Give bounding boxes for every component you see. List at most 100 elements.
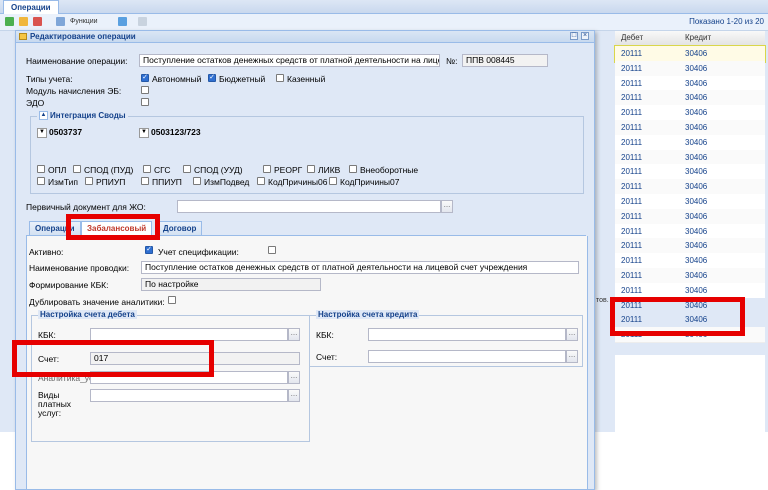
checkbox-edo[interactable]	[141, 98, 149, 106]
table-row[interactable]: 20111 30406	[615, 312, 765, 329]
maximize-icon[interactable]: □	[570, 32, 578, 40]
checkbox-integration[interactable]	[143, 165, 151, 173]
dup-label: Дублировать значение аналитики:	[29, 297, 165, 307]
close-icon[interactable]: ×	[581, 32, 589, 40]
tab-operations-main[interactable]: Операции	[3, 0, 59, 14]
table-row[interactable]: 20111 30406	[614, 45, 766, 63]
tab-operations[interactable]: Операции	[29, 221, 81, 235]
table-row[interactable]: 20111 30406	[615, 268, 765, 284]
cell-credit: 30406	[685, 300, 708, 310]
checkbox-integration[interactable]	[73, 165, 81, 173]
credit-kbk-field[interactable]	[368, 328, 566, 341]
debit-analytics-picker-button[interactable]: …	[288, 371, 300, 384]
table-row[interactable]: 20111 30406	[615, 194, 765, 210]
dropdown-0503123-label: 0503123/723	[151, 127, 201, 137]
acc-types-label: Типы учета:	[26, 74, 73, 84]
cell-credit: 30406	[685, 197, 708, 206]
cell-credit: 30406	[685, 63, 708, 73]
posting-name-field[interactable]: Поступление остатков денежных средств от…	[141, 261, 579, 274]
refresh-icon[interactable]	[118, 17, 127, 26]
integration-option-label: ППИУП	[152, 177, 182, 187]
checkbox-autonomous[interactable]: ✓	[141, 74, 149, 82]
grid-partial-text: тов.	[596, 297, 609, 304]
checkbox-integration[interactable]	[141, 177, 149, 185]
checkbox-integration[interactable]	[193, 177, 201, 185]
debit-kbk-field[interactable]	[90, 328, 288, 341]
table-row[interactable]: 20111 30406	[615, 223, 765, 240]
grid-header: Дебет Кредит	[615, 31, 765, 46]
services-picker-button[interactable]: …	[288, 389, 300, 402]
dropdown-0503737-label: 0503737	[49, 127, 83, 137]
checkbox-dup[interactable]	[168, 296, 176, 304]
delete-icon[interactable]	[33, 17, 42, 26]
table-row[interactable]: 20111 30406	[615, 90, 765, 107]
tab-off-balance[interactable]: Забалансовый	[81, 221, 153, 235]
checkbox-integration[interactable]	[349, 165, 357, 173]
tabstrip: Операции Забалансовый Договор	[26, 220, 586, 236]
dropdown-0503737[interactable]: ▼ 0503737	[37, 127, 82, 138]
table-row[interactable]: 20111 30406	[615, 120, 765, 136]
cell-credit: 30406	[685, 123, 708, 132]
table-row[interactable]: 20111 30406	[615, 105, 765, 122]
checkbox-integration[interactable]	[183, 165, 191, 173]
checkbox-integration[interactable]	[37, 177, 45, 185]
functions-icon[interactable]	[56, 17, 65, 26]
checkbox-treasury[interactable]	[276, 74, 284, 82]
integration-option-label: СПОД (УУД)	[194, 165, 243, 175]
num-field[interactable]: ППВ 008445	[462, 54, 548, 67]
functions-menu-button[interactable]: Функции	[70, 17, 98, 27]
table-row[interactable]: 20111 30406	[615, 179, 765, 196]
dropdown-0503123[interactable]: ▼ 0503123/723	[139, 127, 201, 138]
credit-kbk-picker-button[interactable]: …	[566, 328, 578, 341]
cell-debit: 20111	[621, 315, 643, 325]
edit-icon[interactable]	[19, 17, 28, 26]
table-row[interactable]: 20111 30406	[615, 149, 765, 166]
cell-debit: 20111	[621, 123, 643, 132]
checkbox-module[interactable]	[141, 86, 149, 94]
credit-account-picker-button[interactable]: …	[566, 350, 578, 363]
credit-account-label: Счет:	[316, 352, 338, 362]
print-icon[interactable]	[138, 17, 147, 26]
checkbox-integration[interactable]	[37, 165, 45, 173]
checkbox-integration[interactable]	[307, 165, 315, 173]
table-row[interactable]: 20111 30406	[615, 327, 765, 344]
debit-account-field[interactable]: 017	[90, 352, 300, 365]
table-row[interactable]: 20111 30406	[615, 253, 765, 270]
treasury-label: Казенный	[287, 74, 326, 84]
add-icon[interactable]	[5, 17, 14, 26]
kbk-form-field[interactable]: По настройке	[141, 278, 321, 291]
debit-analytics-field[interactable]	[90, 371, 288, 384]
checkbox-spec[interactable]	[268, 246, 276, 254]
op-name-field[interactable]: Поступление остатков денежных средств от…	[139, 54, 440, 67]
table-row[interactable]: 20111 30406	[615, 208, 765, 225]
table-row[interactable]: 20111 30406	[615, 164, 765, 181]
spec-label: Учет спецификации:	[158, 247, 239, 257]
debit-kbk-picker-button[interactable]: …	[288, 328, 300, 341]
cell-credit: 30406	[685, 108, 708, 118]
cell-debit: 20111	[621, 63, 643, 73]
services-field[interactable]	[90, 389, 288, 402]
checkbox-integration[interactable]	[257, 177, 265, 185]
integration-option-label: Внеоборотные	[360, 165, 419, 175]
checkbox-budget[interactable]: ✓	[208, 74, 216, 82]
credit-account-field[interactable]	[368, 350, 566, 363]
table-row[interactable]: 20111 30406	[615, 238, 765, 255]
collapse-icon[interactable]: ▲	[39, 111, 48, 121]
table-row[interactable]: 20111 30406	[615, 75, 765, 92]
primary-doc-field[interactable]	[177, 200, 441, 213]
checkbox-integration[interactable]	[263, 165, 271, 173]
table-row[interactable]: 20111 30406	[615, 297, 765, 314]
table-row[interactable]: 20111 30406	[615, 134, 765, 151]
checkbox-integration[interactable]	[85, 177, 93, 185]
col-header-debit[interactable]: Дебет	[621, 31, 643, 45]
cell-credit: 30406	[685, 93, 708, 103]
checkbox-active[interactable]: ✓	[145, 246, 153, 254]
cell-debit: 20111	[621, 197, 643, 206]
integration-legend[interactable]: ▲ Интеграция Своды	[37, 111, 128, 121]
tab-contract[interactable]: Договор	[157, 221, 203, 235]
table-row[interactable]: 20111 30406	[615, 60, 765, 77]
primary-doc-picker-button[interactable]: …	[441, 200, 453, 213]
checkbox-integration[interactable]	[329, 177, 337, 185]
table-row[interactable]: 20111 30406	[615, 282, 765, 299]
col-header-credit[interactable]: Кредит	[685, 31, 711, 45]
